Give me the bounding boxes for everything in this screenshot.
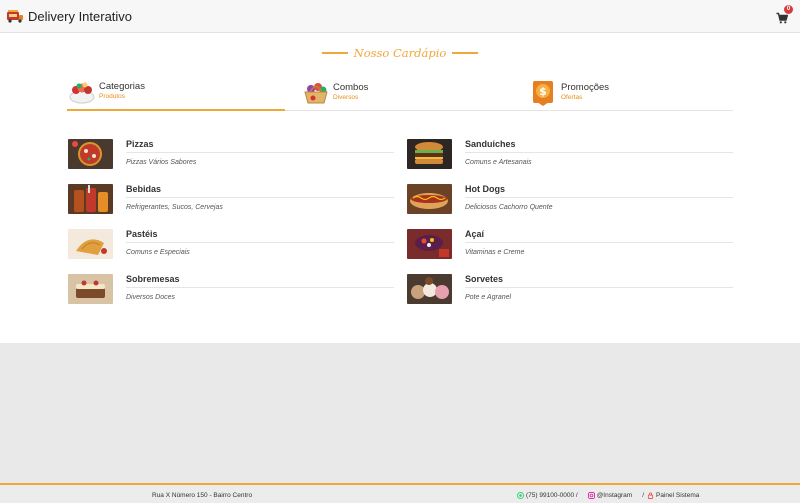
main-content: Nosso Cardápio Categorias Produtos Combo…: [0, 33, 800, 343]
ice-cream-image: [407, 274, 452, 304]
category-description: Pizzas Vários Sabores: [126, 159, 197, 166]
lock-icon: [647, 492, 654, 499]
admin-panel-link[interactable]: Painel Sistema: [647, 492, 699, 499]
category-name: Pizzas: [126, 139, 154, 149]
category-name: Açaí: [465, 229, 485, 239]
food-bowl-icon: [67, 77, 97, 105]
tab-combos-subtitle: Diversos: [333, 94, 359, 101]
category-description: Comuns e Artesanais: [465, 159, 532, 166]
category-item-bebidas[interactable]: Bebidas Refrigerantes, Sucos, Cervejas: [68, 182, 394, 222]
cart-count-badge: 0: [784, 5, 793, 14]
sandwich-image: [407, 139, 452, 169]
brand-link[interactable]: Delivery Interativo: [6, 9, 132, 24]
footer-separator: /: [642, 492, 644, 499]
category-item-acai[interactable]: Açaí Vitaminas e Creme: [407, 227, 733, 267]
heading-divider-right: [452, 52, 479, 54]
tab-categorias-subtitle: Produtos: [99, 93, 126, 100]
heading-divider-left: [321, 52, 348, 54]
category-name: Sobremesas: [126, 274, 180, 284]
tab-combos[interactable]: Combos Diversos: [301, 73, 501, 111]
category-description: Vitaminas e Creme: [465, 249, 525, 256]
item-divider: [126, 287, 394, 288]
category-description: Refrigerantes, Sucos, Cervejas: [126, 204, 223, 211]
hot-dog-image: [407, 184, 452, 214]
app-title: Delivery Interativo: [28, 8, 133, 24]
fruit-basket-icon: [301, 78, 331, 106]
dollar-tag-icon: $: [529, 78, 559, 106]
tab-promocoes-title: Promoções: [561, 82, 610, 93]
category-item-sobremesas[interactable]: Sobremesas Diversos Doces: [68, 272, 394, 312]
navbar: Delivery Interativo 0: [0, 0, 800, 33]
tab-categorias[interactable]: Categorias Produtos: [67, 73, 285, 111]
category-name: Sanduiches: [465, 139, 516, 149]
item-divider: [126, 152, 394, 153]
item-divider: [465, 152, 733, 153]
dessert-image: [68, 274, 113, 304]
item-divider: [465, 242, 733, 243]
item-divider: [465, 287, 733, 288]
svg-text:$: $: [539, 85, 547, 98]
cart-button[interactable]: 0: [776, 5, 793, 24]
category-item-sanduiches[interactable]: Sanduiches Comuns e Artesanais: [407, 137, 733, 177]
menu-tabs: Categorias Produtos Combos Diversos $ Pr…: [67, 73, 733, 111]
admin-panel-label: Painel Sistema: [656, 492, 700, 499]
category-description: Deliciosos Cachorro Quente: [465, 204, 553, 211]
tab-categorias-title: Categorias: [99, 81, 145, 92]
phone-number: (75) 99100-0000 /: [526, 492, 578, 499]
item-divider: [126, 197, 394, 198]
item-divider: [126, 242, 394, 243]
category-item-pasteis[interactable]: Pastéis Comuns e Especiais: [68, 227, 394, 267]
category-name: Bebidas: [126, 184, 162, 194]
instagram-handle: @Instagram: [596, 492, 633, 499]
acai-image: [407, 229, 452, 259]
pizza-image: [68, 139, 113, 169]
category-name: Hot Dogs: [465, 184, 505, 194]
category-item-sorvetes[interactable]: Sorvetes Pote e Agranel: [407, 272, 733, 312]
whatsapp-link[interactable]: (75) 99100-0000 /: [517, 492, 578, 499]
instagram-link[interactable]: @Instagram: [587, 492, 633, 499]
footer: Rua X Número 150 - Bairro Centro (75) 99…: [0, 483, 800, 503]
category-description: Pote e Agranel: [465, 294, 512, 301]
category-description: Comuns e Especiais: [126, 249, 190, 256]
drinks-image: [68, 184, 113, 214]
food-truck-logo-icon: [6, 9, 24, 23]
whatsapp-icon: [517, 492, 524, 499]
menu-heading: Nosso Cardápio: [0, 46, 800, 60]
footer-address: Rua X Número 150 - Bairro Centro: [152, 492, 253, 499]
category-description: Diversos Doces: [126, 294, 176, 301]
tab-combos-title: Combos: [333, 82, 369, 93]
menu-heading-text: Nosso Cardápio: [353, 46, 447, 60]
category-name: Pastéis: [126, 229, 158, 239]
category-item-pizzas[interactable]: Pizzas Pizzas Vários Sabores: [68, 137, 394, 177]
item-divider: [465, 197, 733, 198]
footer-contacts: (75) 99100-0000 / @Instagram / Painel Si…: [517, 492, 699, 499]
instagram-icon: [587, 492, 595, 499]
tab-promocoes-subtitle: Ofertas: [561, 94, 583, 101]
category-name: Sorvetes: [465, 274, 504, 284]
category-item-hot-dogs[interactable]: Hot Dogs Deliciosos Cachorro Quente: [407, 182, 733, 222]
tab-promocoes[interactable]: $ Promoções Ofertas: [529, 73, 729, 111]
pastel-image: [68, 229, 113, 259]
